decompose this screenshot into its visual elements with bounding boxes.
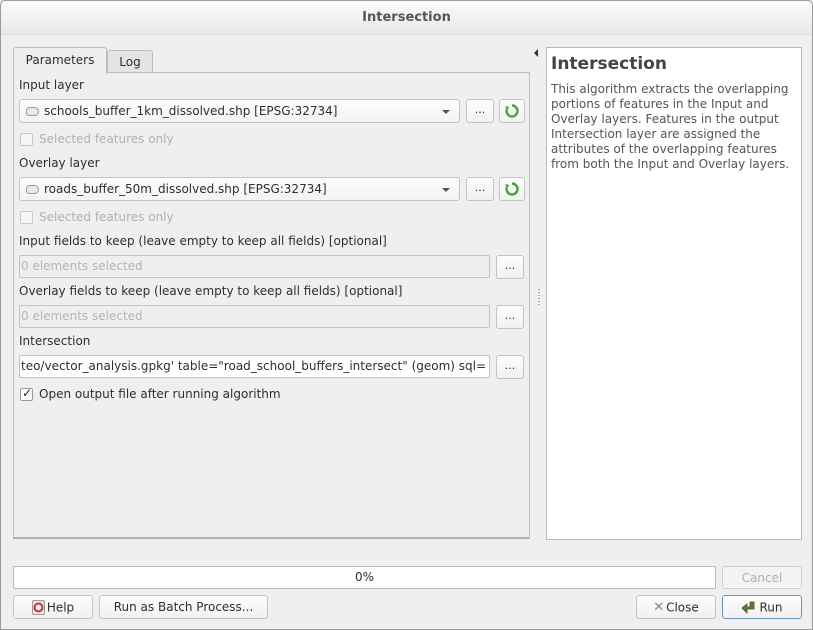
run-button-label: Run [759, 600, 783, 615]
close-button[interactable]: ✕ Close [636, 595, 716, 619]
help-panel: Intersection This algorithm extracts the… [546, 47, 802, 540]
output-path-input[interactable]: teo/vector_analysis.gpkg' table="road_sc… [19, 355, 490, 378]
overlay-layer-combo[interactable]: roads_buffer_50m_dissolved.shp [EPSG:327… [19, 177, 460, 201]
input-layer-browse-button[interactable]: ... [466, 99, 494, 123]
help-text: This algorithm extracts the overlapping … [551, 82, 790, 171]
overlay-layer-iterate-button[interactable] [499, 177, 525, 201]
overlay-fields-input[interactable]: 0 elements selected [19, 305, 490, 328]
progress-bar: 0% [13, 566, 716, 589]
input-layer-label: Input layer [19, 78, 84, 92]
help-button[interactable]: Help [13, 595, 93, 619]
input-selected-only-label: Selected features only [39, 132, 174, 146]
close-icon: ✕ [653, 599, 665, 615]
overlay-selected-only-label: Selected features only [39, 210, 174, 224]
splitter-handle[interactable] [538, 289, 540, 305]
input-fields-browse-button[interactable]: ... [496, 255, 524, 279]
tab-parameters[interactable]: Parameters [13, 47, 107, 74]
checkbox-box[interactable]: ✓ [20, 386, 33, 401]
iterate-icon [505, 104, 519, 118]
tab-log[interactable]: Log [107, 50, 153, 73]
input-layer-value: schools_buffer_1km_dissolved.shp [EPSG:3… [44, 104, 338, 118]
run-button[interactable]: Run [722, 595, 802, 619]
input-layer-combo[interactable]: schools_buffer_1km_dissolved.shp [EPSG:3… [19, 99, 460, 123]
input-layer-iterate-button[interactable] [499, 99, 525, 123]
overlay-layer-browse-button[interactable]: ... [466, 177, 494, 201]
polygon-layer-icon [26, 107, 39, 116]
checkbox-box[interactable] [20, 133, 33, 146]
tab-log-label: Log [119, 55, 141, 69]
dialog-window: Intersection Parameters Log Input layer … [0, 0, 813, 630]
input-fields-input[interactable]: 0 elements selected [19, 255, 490, 278]
collapse-help-icon[interactable] [534, 49, 538, 57]
close-button-label: Close [666, 600, 699, 615]
checkbox-box[interactable] [20, 211, 33, 224]
overlay-layer-value: roads_buffer_50m_dissolved.shp [EPSG:327… [44, 182, 327, 196]
overlay-fields-label: Overlay fields to keep (leave empty to k… [19, 284, 403, 298]
input-fields-label: Input fields to keep (leave empty to kee… [19, 234, 387, 248]
overlay-fields-browse-button[interactable]: ... [496, 305, 524, 329]
iterate-icon [505, 182, 519, 196]
window-title: Intersection [362, 10, 451, 25]
tab-parameters-label: Parameters [25, 53, 95, 67]
overlay-layer-label: Overlay layer [19, 156, 100, 170]
open-output-label: Open output file after running algorithm [39, 387, 281, 401]
cancel-button[interactable]: Cancel [722, 566, 802, 589]
checkmark-icon: ✓ [22, 386, 33, 400]
help-title: Intersection [551, 54, 667, 74]
help-button-label: Help [46, 600, 75, 615]
chevron-down-icon [442, 188, 450, 192]
run-batch-button[interactable]: Run as Batch Process... [99, 595, 268, 619]
output-browse-button[interactable]: ... [496, 355, 524, 379]
polygon-layer-icon [26, 185, 39, 194]
chevron-down-icon [442, 110, 450, 114]
output-label: Intersection [19, 334, 91, 348]
progress-text: 0% [354, 570, 375, 584]
title-bar: Intersection [1, 1, 812, 35]
help-lifebuoy-icon [31, 600, 45, 615]
run-arrow-icon [741, 601, 755, 614]
